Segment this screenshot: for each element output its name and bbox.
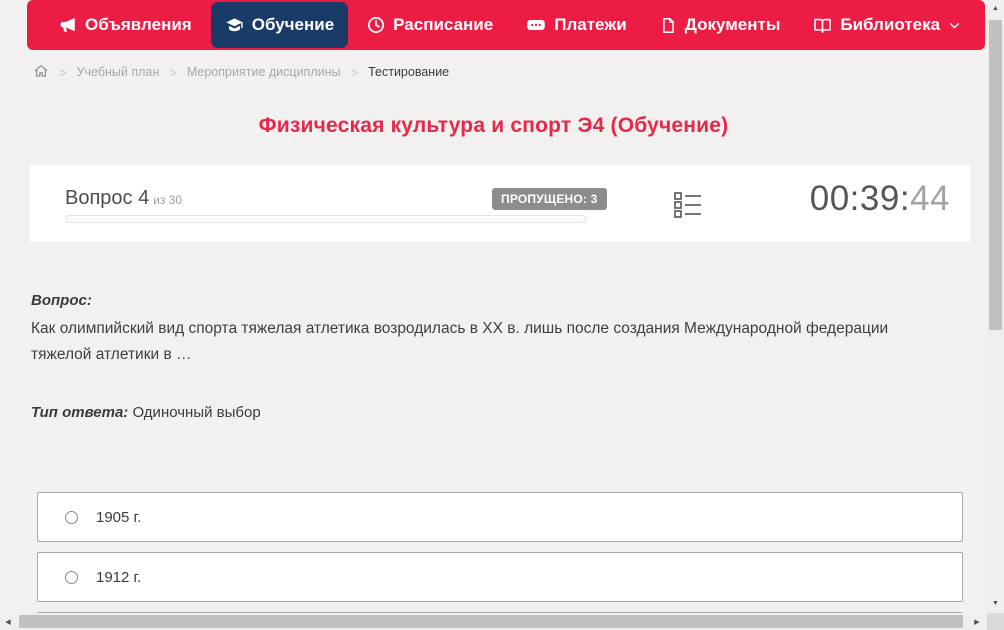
breadcrumb-testing: Тестирование: [368, 65, 450, 79]
scroll-down-arrow-icon[interactable]: ▼: [987, 595, 1004, 611]
graduation-cap-icon: [225, 16, 244, 35]
nav-item-label: Объявления: [85, 15, 192, 34]
horizontal-scrollbar[interactable]: ◀ ▶: [0, 613, 987, 630]
vertical-scrollbar[interactable]: ▲ ▼: [987, 0, 1004, 613]
breadcrumb: > Учебный план > Мероприятие дисциплины …: [33, 62, 449, 82]
scroll-right-arrow-icon[interactable]: ▶: [969, 613, 985, 630]
horizontal-scrollbar-thumb[interactable]: [19, 615, 963, 628]
answer-option-1912[interactable]: 1912 г.: [37, 552, 963, 602]
nav-item-library[interactable]: Библиотека: [799, 2, 975, 48]
answer-type-value: Одиночный выбор: [132, 404, 261, 421]
page-title: Физическая культура и спорт Э4 (Обучение…: [258, 114, 729, 137]
option-label: 1905 г.: [96, 508, 142, 526]
question-total: из 30: [153, 193, 183, 207]
clock-icon: [367, 16, 385, 34]
vertical-scrollbar-thumb[interactable]: [989, 20, 1002, 330]
nav-item-schedule[interactable]: Расписание: [353, 2, 507, 48]
scroll-left-arrow-icon[interactable]: ◀: [0, 613, 16, 630]
answer-type-label: Тип ответа:: [31, 404, 129, 421]
scroll-up-arrow-icon[interactable]: ▲: [987, 0, 1004, 16]
breadcrumb-separator-icon: >: [59, 64, 67, 80]
open-book-icon: [813, 16, 832, 35]
breadcrumb-separator-icon: >: [169, 64, 177, 80]
nav-item-label: Расписание: [393, 15, 494, 34]
question-text: Как олимпийский вид спорта тяжелая атлет…: [31, 320, 889, 363]
nav-item-label: Библиотека: [840, 15, 941, 34]
nav-item-documents[interactable]: Документы: [646, 2, 795, 48]
nav-item-label: Документы: [684, 15, 781, 34]
nav-item-payments[interactable]: Платежи: [512, 2, 641, 48]
answer-options-list: 1905 г. 1912 г.: [37, 492, 963, 630]
quiz-header-card: Вопрос 4 из 30 ПРОПУЩЕНО: 3 00:39:44: [30, 165, 970, 242]
home-breadcrumb-link[interactable]: [33, 63, 49, 82]
scrollbar-corner: [987, 613, 1004, 630]
option-label: 1912 г.: [96, 568, 142, 586]
breadcrumb-separator-icon: >: [350, 64, 359, 80]
answer-type-row: Тип ответа: Одиночный выбор: [31, 404, 261, 421]
radio-button-icon[interactable]: [65, 510, 78, 524]
question-list-icon: [674, 192, 702, 223]
nav-item-announcements[interactable]: Объявления: [45, 2, 206, 48]
breadcrumb-discipline-event[interactable]: Мероприятие дисциплины: [187, 65, 341, 79]
skipped-badge: ПРОПУЩЕНО: 3: [492, 188, 607, 210]
question-list-button[interactable]: [674, 191, 702, 224]
timer-seconds: 44: [910, 179, 950, 218]
nav-item-label: Платежи: [554, 15, 627, 34]
banknote-icon: [526, 15, 546, 35]
answer-option-1905[interactable]: 1905 г.: [37, 492, 963, 542]
document-icon: [660, 17, 677, 34]
nav-item-learning[interactable]: Обучение: [210, 2, 349, 48]
megaphone-icon: [59, 16, 77, 34]
home-icon: [33, 63, 49, 82]
chevron-down-icon: [948, 19, 961, 32]
nav-item-label: Обучение: [251, 15, 335, 34]
breadcrumb-curriculum[interactable]: Учебный план: [77, 65, 160, 79]
question-heading: Вопрос:: [31, 292, 92, 309]
main-navigation-bar: Объявления Обучение Расписание Платежи Д…: [27, 0, 985, 50]
quiz-progress-bar: [65, 215, 587, 223]
question-number: Вопрос 4: [65, 187, 150, 209]
question-counter: Вопрос 4 из 30: [65, 187, 182, 210]
quiz-timer: 00:39:44: [810, 179, 950, 219]
timer-hours-minutes: 00:39:: [809, 179, 911, 218]
radio-button-icon[interactable]: [65, 570, 78, 584]
